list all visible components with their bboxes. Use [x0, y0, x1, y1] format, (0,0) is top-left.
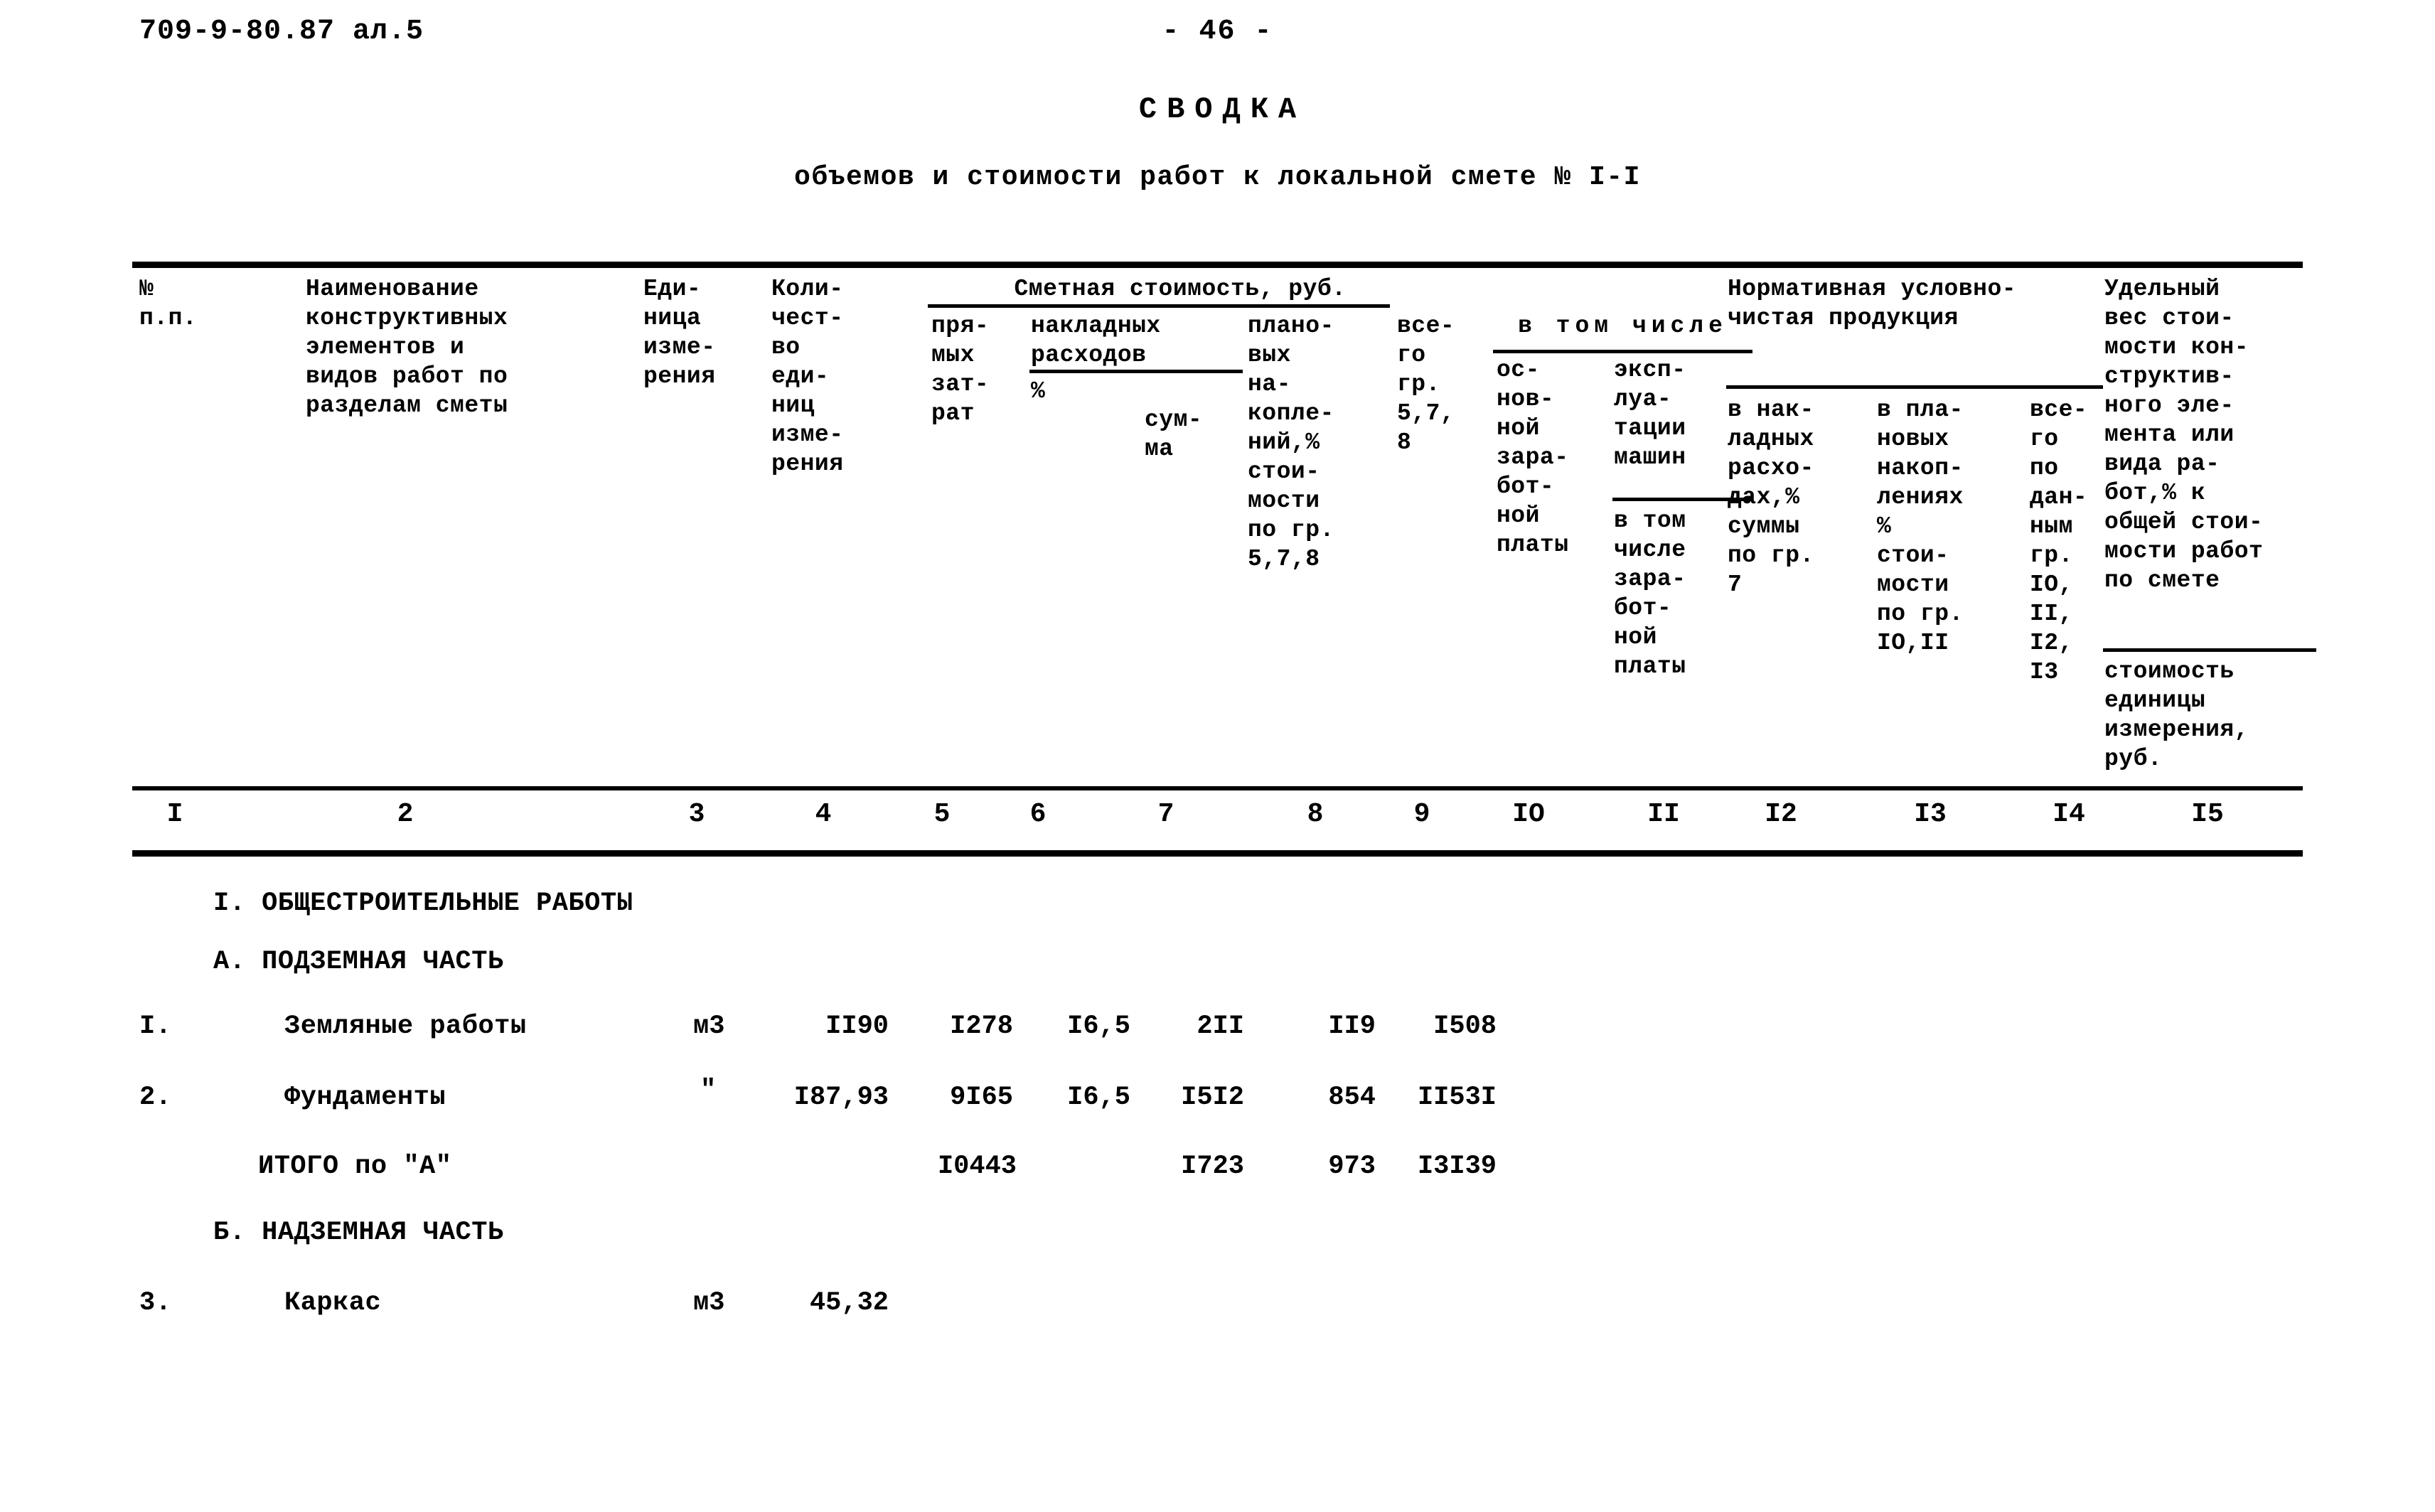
- column-number-10: IO: [1512, 799, 1545, 830]
- column-header-1: № п.п.: [139, 276, 198, 331]
- column-number-5: 5: [933, 799, 951, 830]
- column-number-14: I4: [2053, 799, 2085, 830]
- section-heading-underground-part: А. ПОДЗЕМНАЯ ЧАСТЬ: [213, 947, 504, 977]
- page-number: - 46 -: [1162, 16, 1273, 48]
- table-row-3-unit: м3: [693, 1288, 725, 1318]
- column-header-13: в пла- новых накоп- лениях % стои- мости…: [1877, 397, 1964, 656]
- table-row-2-direct-cost: 9I65: [950, 1083, 1013, 1112]
- document-page: 709-9-80.87 ал.5 - 46 - СВОДКА объемов и…: [0, 0, 2435, 1512]
- column-number-9: 9: [1413, 799, 1430, 830]
- column-number-bottom-rule: [132, 850, 2303, 857]
- table-row-2-overhead-sum: I5I2: [1181, 1083, 1244, 1112]
- column-header-2: Наименование конструктивных элементов и …: [306, 276, 508, 419]
- column-header-5: пря- мых зат- рат: [931, 313, 990, 427]
- column-header-6: %: [1031, 378, 1046, 404]
- column-header-8: плано- вых на- копле- ний,% стои- мости …: [1248, 313, 1334, 572]
- table-row-1-name: Земляные работы: [284, 1012, 527, 1041]
- table-row-1-quantity: II90: [825, 1012, 889, 1041]
- table-row-2-unit: ": [700, 1076, 717, 1105]
- group-header-overheads-rule: [1029, 370, 1243, 373]
- subtotal-row-label: ИТОГО по "А": [258, 1152, 452, 1181]
- column-header-3: Еди- ница изме- рения: [643, 276, 716, 390]
- table-row-1-planned-savings: II9: [1328, 1012, 1376, 1041]
- table-row-2-total: II53I: [1417, 1083, 1497, 1112]
- column-header-15-divider: [2103, 648, 2316, 652]
- table-row-1-overhead-percent: I6,5: [1067, 1012, 1130, 1041]
- column-header-12: в нак- ладных расхо- дах,% суммы по гр. …: [1728, 397, 1814, 598]
- column-number-1: I: [166, 799, 183, 830]
- table-row-3-quantity: 45,32: [809, 1288, 889, 1318]
- subtotal-overhead-sum: I723: [1181, 1152, 1244, 1181]
- column-number-13: I3: [1914, 799, 1947, 830]
- page-subtitle: объемов и стоимости работ к локальной см…: [794, 162, 1641, 193]
- column-header-15-sub: стоимость единицы измерения, руб.: [2104, 658, 2249, 772]
- table-row-3-name: Каркас: [284, 1288, 382, 1318]
- column-header-9: все- го гр. 5,7, 8: [1397, 313, 1455, 456]
- table-row-2-planned-savings: 854: [1328, 1083, 1376, 1112]
- column-number-top-rule: [132, 786, 2303, 790]
- column-number-6: 6: [1029, 799, 1047, 830]
- column-number-11: II: [1647, 799, 1680, 830]
- column-number-4: 4: [815, 799, 832, 830]
- column-header-4: Коли- чест- во еди- ниц изме- рения: [771, 276, 844, 477]
- table-row-1-direct-cost: I278: [950, 1012, 1013, 1041]
- table-row-3-number: 3.: [139, 1288, 172, 1318]
- column-header-7: сум- ма: [1145, 407, 1203, 462]
- subtotal-direct-cost: I0443: [937, 1152, 1017, 1181]
- page-title: СВОДКА: [1138, 92, 1307, 127]
- group-header-estimate-cost: Сметная стоимость, руб.: [1014, 276, 1347, 302]
- column-number-3: 3: [688, 799, 705, 830]
- table-row-1-number: I.: [139, 1012, 172, 1041]
- group-header-normative-net-output-rule: [1726, 385, 2103, 389]
- section-heading-general-construction: I. ОБЩЕСТРОИТЕЛЬНЫЕ РАБОТЫ: [213, 889, 633, 918]
- group-header-of-which-rule: [1493, 350, 1752, 353]
- column-header-15: Удельный вес стои- мости кон- структив- …: [2104, 276, 2264, 594]
- group-header-normative-net-output: Нормативная условно-чистая продукция: [1728, 276, 2017, 331]
- column-number-7: 7: [1157, 799, 1174, 830]
- group-header-estimate-cost-rule: [928, 304, 1390, 308]
- column-number-15: I5: [2191, 799, 2224, 830]
- table-row-2-name: Фундаменты: [284, 1083, 446, 1112]
- table-row-1-overhead-sum: 2II: [1197, 1012, 1244, 1041]
- column-number-2: 2: [397, 799, 414, 830]
- column-number-8: 8: [1307, 799, 1324, 830]
- table-row-1-total: I508: [1433, 1012, 1497, 1041]
- column-number-12: I2: [1765, 799, 1797, 830]
- subtotal-planned-savings: 973: [1328, 1152, 1376, 1181]
- column-header-10: ос- нов- ной зара- бот- ной платы: [1497, 357, 1569, 558]
- subtotal-total: I3I39: [1417, 1152, 1497, 1181]
- group-header-of-which: в том числе: [1518, 313, 1728, 339]
- group-header-overheads: накладных расходов: [1031, 313, 1161, 368]
- table-row-1-unit: м3: [693, 1012, 725, 1041]
- table-row-2-quantity: I87,93: [793, 1083, 889, 1112]
- table-row-2-overhead-percent: I6,5: [1067, 1083, 1130, 1112]
- table-top-rule: [132, 262, 2303, 268]
- table-row-2-number: 2.: [139, 1083, 172, 1112]
- section-heading-aboveground-part: Б. НАДЗЕМНАЯ ЧАСТЬ: [213, 1218, 504, 1248]
